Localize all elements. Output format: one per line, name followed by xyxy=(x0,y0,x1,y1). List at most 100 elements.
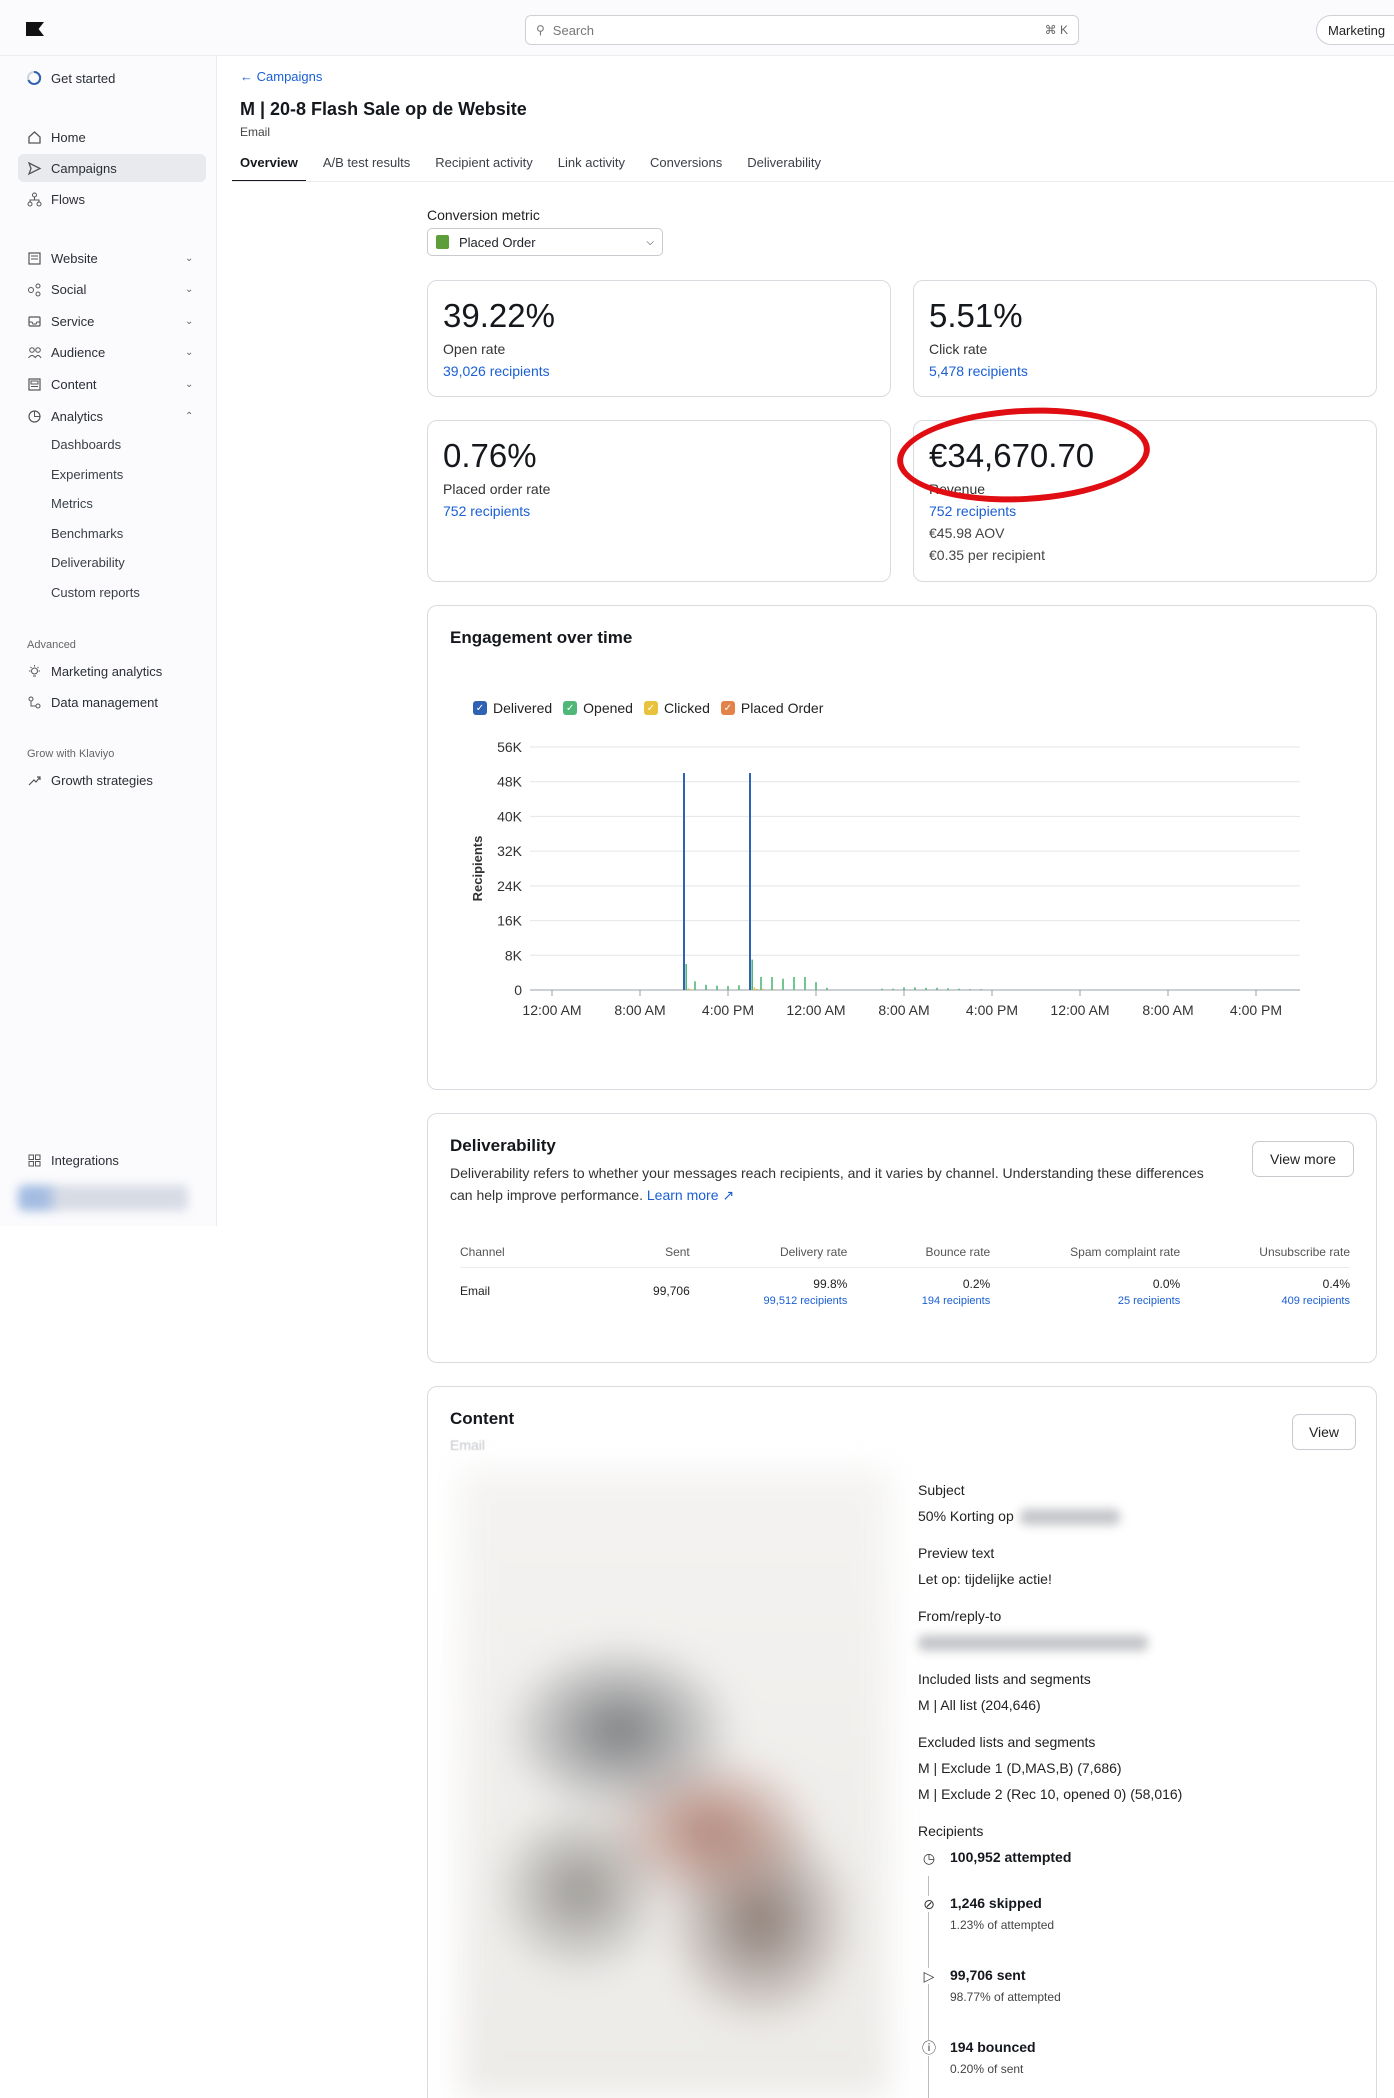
sidebar-item-label: Flows xyxy=(51,191,85,207)
sent-sub: 98.77% of attempted xyxy=(950,1990,1061,2004)
top-bar: ⚲ Search ⌘ K Marketing xyxy=(0,0,1394,56)
recipients-link[interactable]: 99,512 recipients xyxy=(690,1295,848,1307)
subject-value: 50% Korting op xyxy=(918,1508,1014,1524)
column-header: Channel xyxy=(460,1240,598,1268)
sidebar-item-label: Audience xyxy=(51,344,106,360)
x-tick-label: 12:00 AM xyxy=(1050,1002,1109,1018)
bar-opened xyxy=(914,987,916,990)
legend-item-clicked[interactable]: ✓ Clicked xyxy=(643,700,710,716)
sidebar-item-label: Integrations xyxy=(51,1152,119,1168)
sidebar-sub-dashboards[interactable]: Dashboards xyxy=(51,437,121,452)
bar-clicked xyxy=(773,989,775,990)
breadcrumb[interactable]: ← Campaigns xyxy=(240,69,322,84)
sidebar-item-website[interactable]: Website ⌄ xyxy=(26,247,193,269)
integrations-icon xyxy=(26,1152,42,1168)
sidebar-sub-deliverability[interactable]: Deliverability xyxy=(51,555,125,570)
bar-opened xyxy=(804,976,806,990)
legend-item-opened[interactable]: ✓ Opened xyxy=(563,700,633,716)
sidebar-item-label: Social xyxy=(51,281,87,297)
bar-opened xyxy=(793,976,795,990)
sidebar-item-label: Analytics xyxy=(51,408,104,424)
description-text: Deliverability refers to whether your me… xyxy=(450,1165,1204,1203)
recipients-link[interactable]: 194 recipients xyxy=(847,1295,991,1307)
checkbox-icon: ✓ xyxy=(643,701,658,715)
sidebar-sub-benchmarks[interactable]: Benchmarks xyxy=(51,526,123,541)
stat-recipients-link[interactable]: 752 recipients xyxy=(443,503,530,519)
spam-rate-cell: 0.0% 25 recipients xyxy=(990,1268,1180,1314)
stat-label: Click rate xyxy=(929,341,988,357)
column-header: Delivery rate xyxy=(689,1240,848,1268)
legend-item-delivered[interactable]: ✓ Delivered xyxy=(473,700,552,716)
sidebar-item-home[interactable]: Home xyxy=(26,126,86,148)
home-icon xyxy=(26,129,42,145)
table-row: Email 99,706 99.8% 99,512 recipients 0.2%… xyxy=(460,1268,1350,1314)
legend-label: Delivered xyxy=(493,700,553,716)
sent-cell: 99,706 xyxy=(653,1284,690,1298)
alert-icon: ⓘ xyxy=(921,2040,937,2056)
tab-recipient-activity[interactable]: Recipient activity xyxy=(427,146,541,182)
sidebar-item-growth-strategies[interactable]: Growth strategies xyxy=(26,769,153,791)
sidebar-item-data-management[interactable]: Data management xyxy=(26,691,158,713)
sidebar-item-analytics[interactable]: Analytics ⌃ xyxy=(26,405,193,427)
legend-label: Clicked xyxy=(663,700,710,716)
bar-opened xyxy=(969,989,971,990)
recipients-link[interactable]: 409 recipients xyxy=(1180,1295,1351,1307)
sidebar-item-integrations[interactable]: Integrations xyxy=(26,1149,119,1171)
y-tick-label: 16K xyxy=(497,913,523,929)
sidebar-item-social[interactable]: Social ⌄ xyxy=(26,278,193,300)
legend-label: Opened xyxy=(583,700,633,716)
sidebar-sub-experiments[interactable]: Experiments xyxy=(51,467,123,482)
sidebar-item-content[interactable]: Content ⌄ xyxy=(26,373,193,395)
sidebar-item-audience[interactable]: Audience ⌄ xyxy=(26,341,193,363)
search-input[interactable]: ⚲ Search ⌘ K xyxy=(525,15,1079,45)
tab-link-activity[interactable]: Link activity xyxy=(550,146,633,182)
tab-ab-test-results[interactable]: A/B test results xyxy=(315,146,418,182)
view-more-button[interactable]: View more xyxy=(1252,1141,1354,1177)
chevron-up-icon: ⌃ xyxy=(185,410,194,422)
sidebar-sub-custom-reports[interactable]: Custom reports xyxy=(51,585,140,600)
learn-more-link[interactable]: Learn more ↗ xyxy=(647,1187,734,1203)
stat-aov: €45.98 AOV xyxy=(929,525,1005,541)
sidebar-sub-metrics[interactable]: Metrics xyxy=(51,496,93,511)
stat-recipients-link[interactable]: 752 recipients xyxy=(929,503,1016,519)
clock-icon: ◷ xyxy=(921,1850,937,1866)
deliverability-title: Deliverability xyxy=(450,1136,556,1155)
rate-value: 0.4% xyxy=(1322,1277,1350,1291)
stat-recipients-link[interactable]: 5,478 recipients xyxy=(929,363,1028,379)
recipients-link[interactable]: 25 recipients xyxy=(990,1295,1180,1307)
included-lists-label: Included lists and segments xyxy=(918,1671,1091,1687)
conversion-metric-value: Placed Order xyxy=(459,234,536,250)
column-header: Sent xyxy=(597,1240,690,1268)
sidebar-item-label: Growth strategies xyxy=(51,772,153,788)
view-content-button[interactable]: View xyxy=(1292,1414,1356,1450)
account-switcher[interactable] xyxy=(18,1185,188,1211)
stat-recipients-link[interactable]: 39,026 recipients xyxy=(443,363,550,379)
column-header: Bounce rate xyxy=(847,1240,991,1268)
sidebar-item-campaigns[interactable]: Campaigns xyxy=(26,157,117,179)
tab-conversions[interactable]: Conversions xyxy=(642,146,730,182)
legend-item-placed-order[interactable]: ✓ Placed Order xyxy=(720,700,823,716)
bar-opened xyxy=(881,988,883,990)
account-button[interactable]: Marketing xyxy=(1316,15,1394,45)
sidebar-item-flows[interactable]: Flows xyxy=(26,188,85,210)
sidebar-item-marketing-analytics[interactable]: Marketing analytics xyxy=(26,660,162,682)
channel-cell: Email xyxy=(460,1284,491,1298)
chevron-down-icon: ⌄ xyxy=(185,315,194,327)
y-tick-label: 8K xyxy=(505,947,523,963)
klaviyo-logo-icon[interactable] xyxy=(26,22,44,36)
content-icon xyxy=(26,376,42,392)
x-tick-label: 4:00 PM xyxy=(702,1002,754,1018)
sidebar-item-service[interactable]: Service ⌄ xyxy=(26,310,193,332)
excluded-list-item: M | Exclude 2 (Rec 10, opened 0) (58,016… xyxy=(918,1786,1183,1802)
tab-overview[interactable]: Overview xyxy=(232,146,306,182)
bar-clicked xyxy=(753,987,756,990)
tab-deliverability[interactable]: Deliverability xyxy=(739,146,829,182)
email-preview-image[interactable] xyxy=(460,1470,890,2098)
column-header: Unsubscribe rate xyxy=(1180,1240,1350,1268)
sidebar-item-get-started[interactable]: Get started xyxy=(26,67,115,89)
conversion-metric-select[interactable]: Placed Order ⌵ xyxy=(427,228,663,256)
page-title: M | 20-8 Flash Sale op de Website xyxy=(240,99,527,119)
y-tick-label: 32K xyxy=(497,843,523,859)
progress-ring-icon xyxy=(26,70,42,86)
stat-value: 39.22% xyxy=(443,297,555,334)
